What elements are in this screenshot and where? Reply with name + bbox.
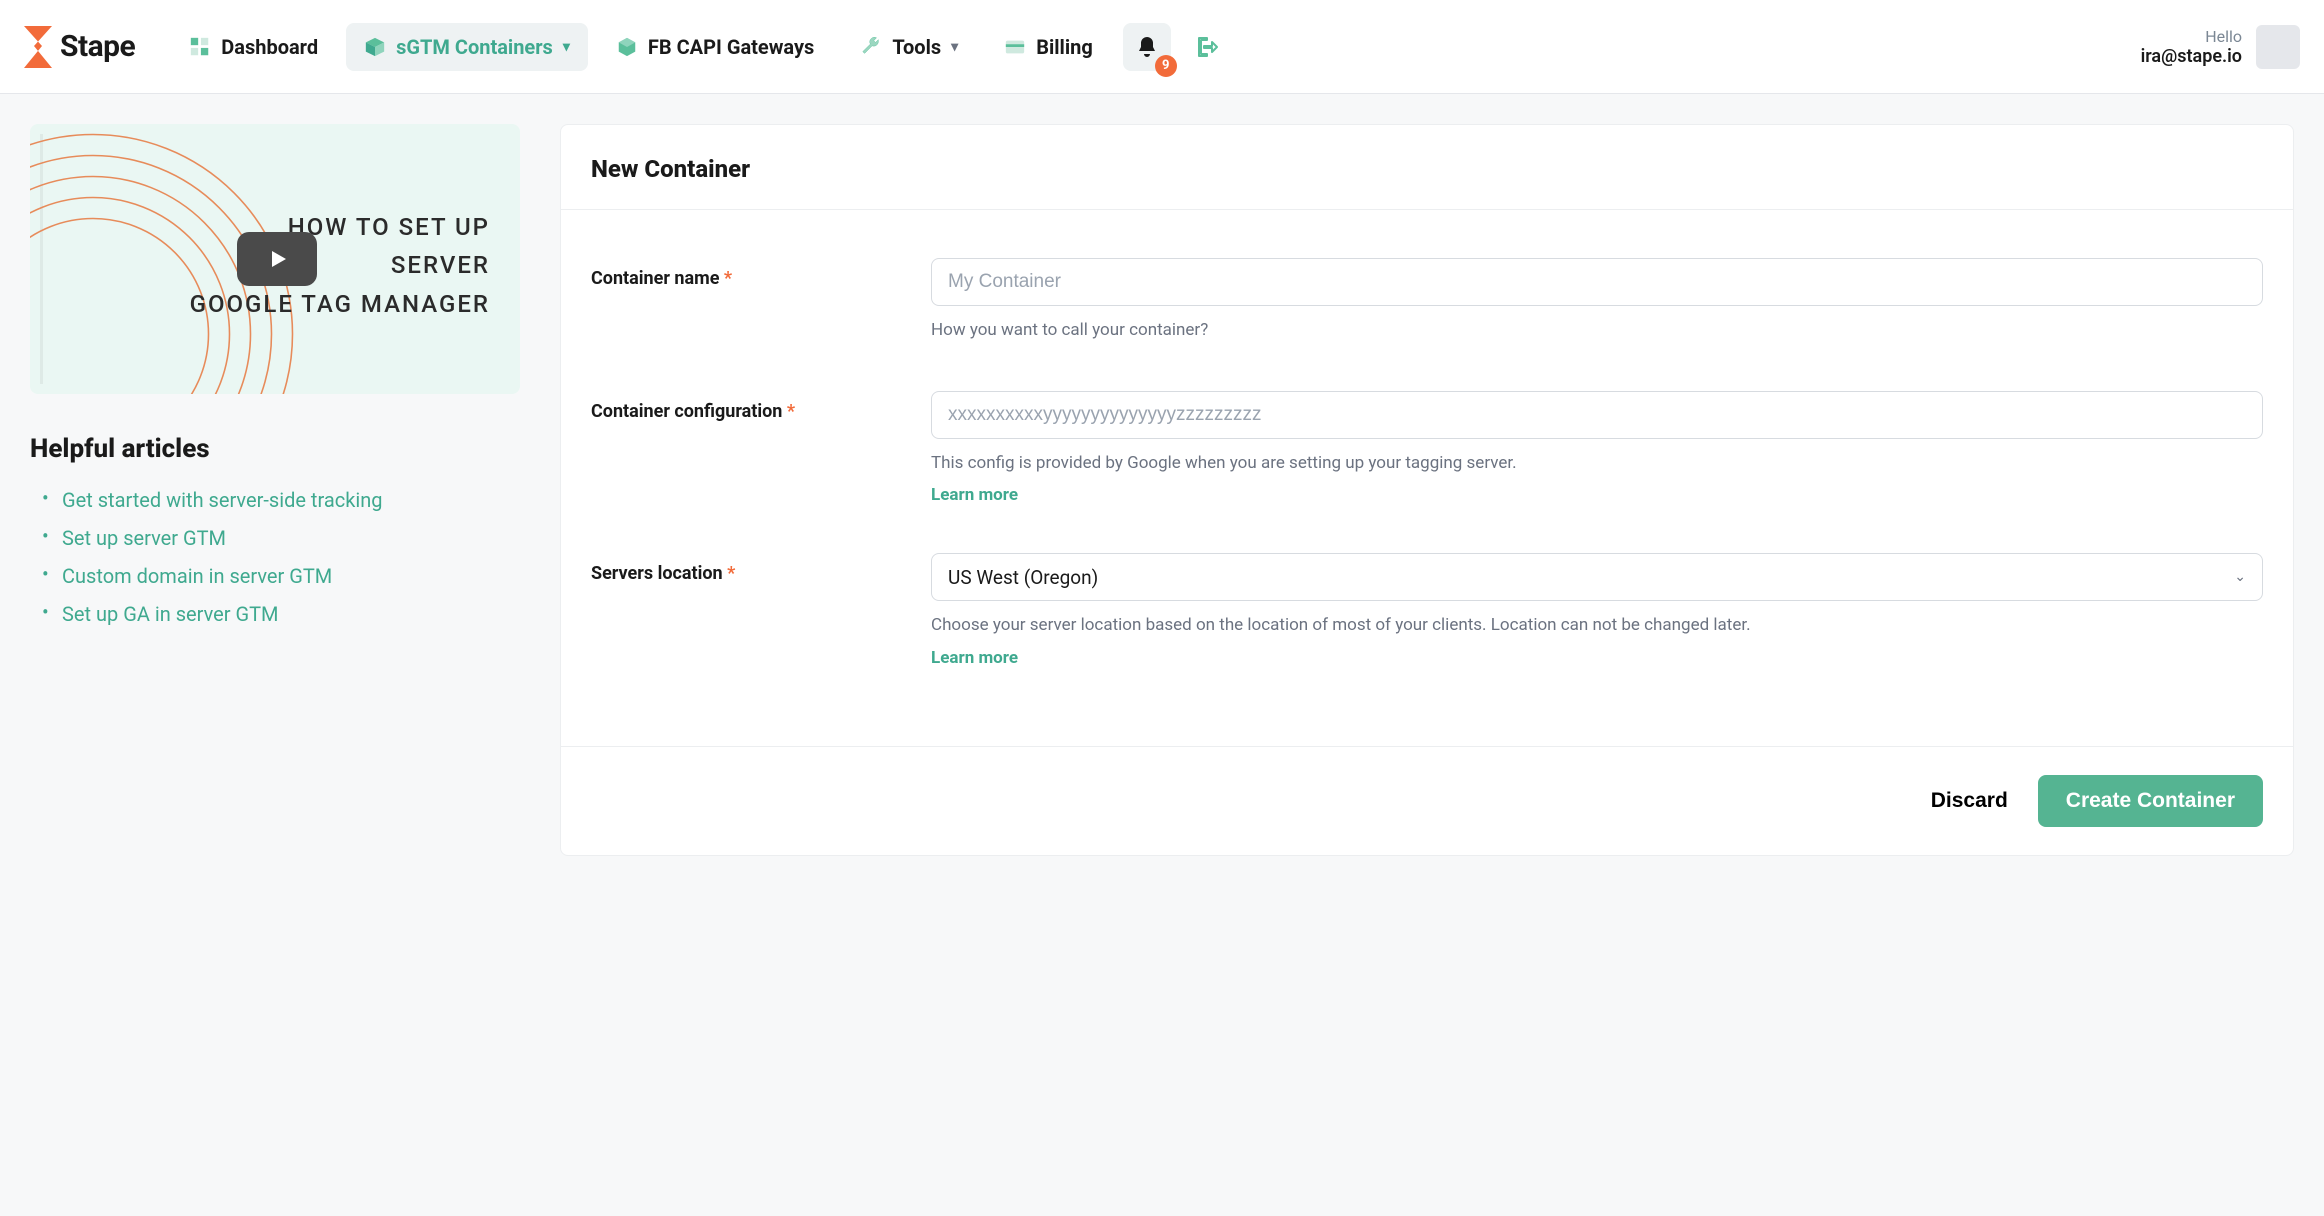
card-icon bbox=[1004, 36, 1026, 58]
learn-more-location-link[interactable]: Learn more bbox=[931, 648, 1018, 668]
top-bar: Stape Dashboard sGTM Containers ▾ bbox=[0, 0, 2324, 94]
nav-fb-capi[interactable]: FB CAPI Gateways bbox=[598, 23, 832, 71]
play-icon bbox=[265, 247, 289, 271]
play-button[interactable] bbox=[237, 232, 317, 286]
article-link[interactable]: Set up server GTM bbox=[62, 526, 226, 550]
articles-heading: Helpful articles bbox=[30, 434, 520, 464]
hex-icon bbox=[616, 36, 638, 58]
page-title: New Container bbox=[591, 155, 2263, 183]
chevron-down-icon: ⌄ bbox=[2234, 569, 2246, 585]
container-config-input[interactable] bbox=[931, 391, 2263, 439]
servers-location-select[interactable]: US West (Oregon) ⌄ bbox=[931, 553, 2263, 601]
create-container-button[interactable]: Create Container bbox=[2038, 775, 2263, 827]
chevron-down-icon: ▾ bbox=[563, 39, 570, 55]
nav-sgtm-containers[interactable]: sGTM Containers ▾ bbox=[346, 23, 588, 71]
list-item: Set up GA in server GTM bbox=[48, 602, 520, 626]
nav-dashboard[interactable]: Dashboard bbox=[171, 23, 336, 71]
logout-icon bbox=[1195, 35, 1219, 59]
articles-list: Get started with server-side tracking Se… bbox=[30, 488, 520, 626]
container-name-hint: How you want to call your container? bbox=[931, 318, 2263, 343]
container-name-label: Container name * bbox=[591, 268, 732, 289]
article-link[interactable]: Custom domain in server GTM bbox=[62, 564, 332, 588]
nav-sgtm-label: sGTM Containers bbox=[396, 35, 553, 59]
learn-more-config-link[interactable]: Learn more bbox=[931, 485, 1018, 505]
main-nav: Dashboard sGTM Containers ▾ FB CAPI Gate… bbox=[171, 23, 1111, 71]
nav-tools-label: Tools bbox=[892, 35, 941, 59]
list-item: Set up server GTM bbox=[48, 526, 520, 550]
avatar bbox=[2256, 25, 2300, 69]
container-name-input[interactable] bbox=[931, 258, 2263, 306]
user-email: ira@stape.io bbox=[2141, 46, 2242, 67]
list-item: Custom domain in server GTM bbox=[48, 564, 520, 588]
video-title: HOW TO SET UP SERVER GOOGLE TAG MANAGER bbox=[190, 208, 490, 323]
servers-location-label: Servers location * bbox=[591, 563, 735, 584]
notifications-button[interactable]: 9 bbox=[1123, 23, 1171, 71]
list-item: Get started with server-side tracking bbox=[48, 488, 520, 512]
user-greeting: Hello bbox=[2141, 27, 2242, 46]
help-sidebar: HOW TO SET UP SERVER GOOGLE TAG MANAGER … bbox=[30, 124, 520, 640]
video-card[interactable]: HOW TO SET UP SERVER GOOGLE TAG MANAGER bbox=[30, 124, 520, 394]
nav-billing-label: Billing bbox=[1036, 35, 1093, 59]
container-config-label: Container configuration * bbox=[591, 401, 795, 422]
brand-logo[interactable]: Stape bbox=[24, 26, 135, 68]
logout-button[interactable] bbox=[1183, 23, 1231, 71]
brand-mark-icon bbox=[24, 26, 54, 68]
notification-badge: 9 bbox=[1155, 55, 1177, 77]
brand-name: Stape bbox=[60, 29, 135, 64]
dashboard-icon bbox=[189, 36, 211, 58]
cube-icon bbox=[364, 36, 386, 58]
bell-icon bbox=[1136, 35, 1158, 59]
servers-location-hint: Choose your server location based on the… bbox=[931, 613, 2263, 638]
container-config-hint: This config is provided by Google when y… bbox=[931, 451, 2263, 476]
wrench-icon bbox=[860, 36, 882, 58]
chevron-down-icon: ▾ bbox=[951, 39, 958, 55]
user-menu[interactable]: Hello ira@stape.io bbox=[2141, 25, 2300, 69]
nav-tools[interactable]: Tools ▾ bbox=[842, 23, 976, 71]
servers-location-value: US West (Oregon) bbox=[948, 566, 1098, 589]
article-link[interactable]: Get started with server-side tracking bbox=[62, 488, 382, 512]
nav-fbcapi-label: FB CAPI Gateways bbox=[648, 35, 814, 59]
article-link[interactable]: Set up GA in server GTM bbox=[62, 602, 279, 626]
nav-billing[interactable]: Billing bbox=[986, 23, 1111, 71]
nav-dashboard-label: Dashboard bbox=[221, 35, 318, 59]
main-panel: New Container Container name * How you w… bbox=[560, 124, 2294, 856]
discard-button[interactable]: Discard bbox=[1931, 789, 2008, 813]
